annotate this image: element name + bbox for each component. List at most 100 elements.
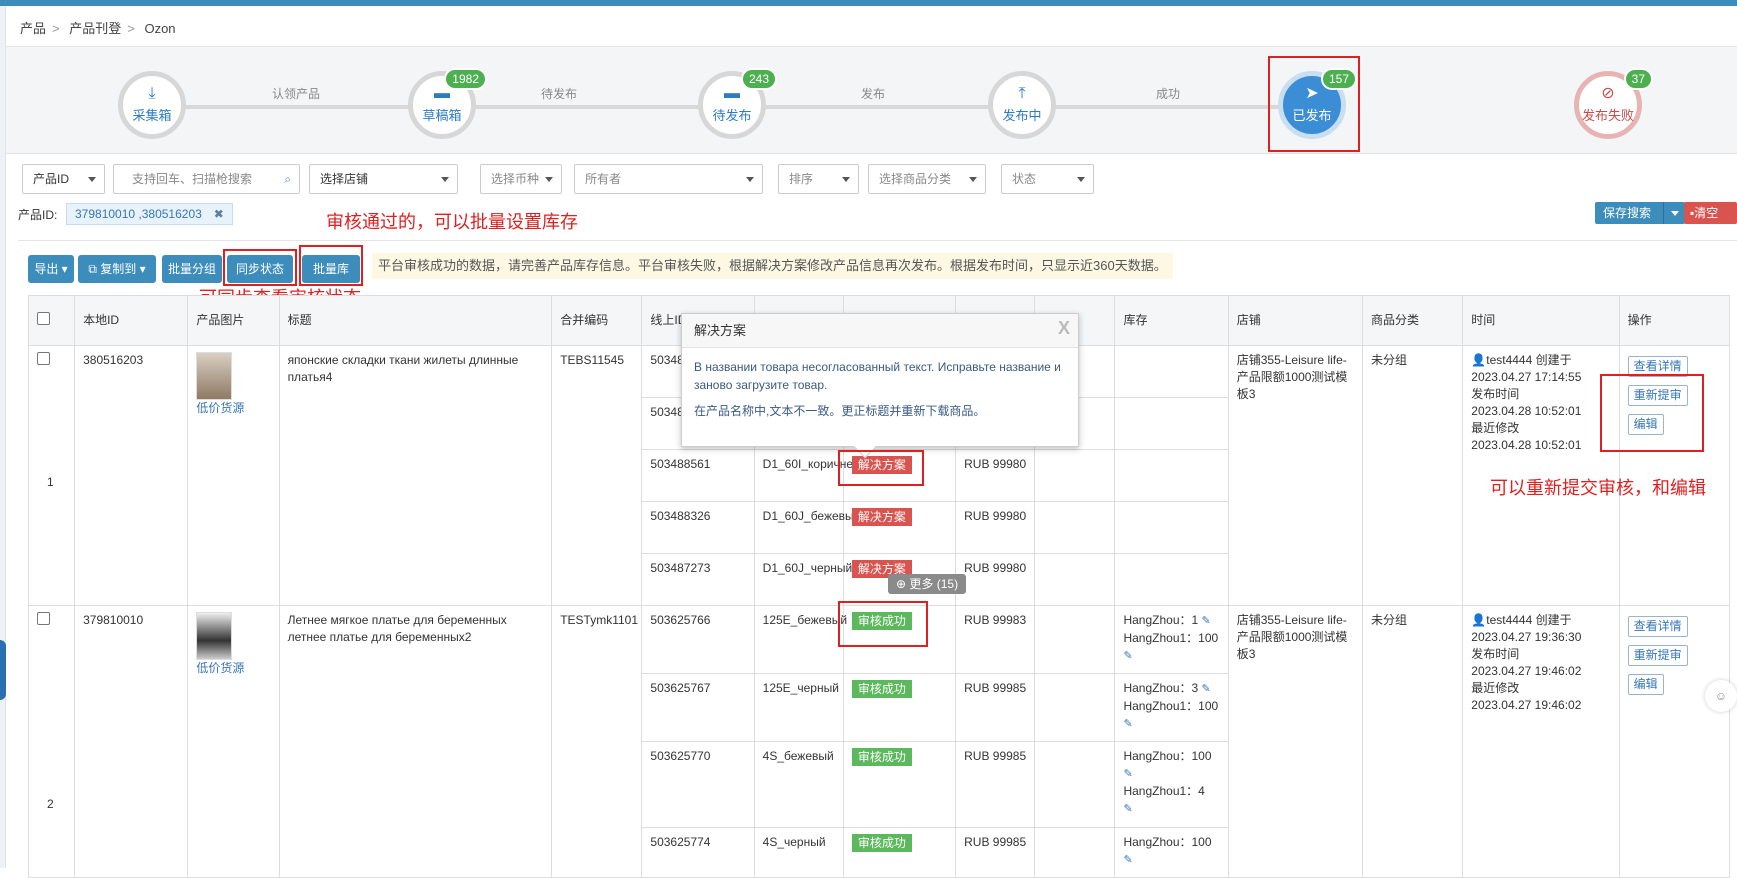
step-failed[interactable]: 37 ⊘ 发布失败	[1574, 68, 1653, 139]
product-image[interactable]	[196, 612, 233, 660]
breadcrumb: 产品 > 产品刊登 > Ozon	[20, 21, 176, 36]
variant-name: 125E_бежевый	[753, 605, 847, 674]
product-id-select[interactable]: 产品ID	[22, 164, 105, 194]
status-select[interactable]: 状态	[1001, 164, 1094, 194]
column-header: 库存	[1114, 295, 1229, 346]
product-title: японские складки ткани жилеты длинные пл…	[278, 345, 553, 606]
shop-select[interactable]: 选择店铺	[309, 164, 458, 194]
shop-name: 店铺355-Leisure life-产品限额1000测试模板3	[1227, 345, 1364, 606]
chevron-down-icon: ⊕	[896, 577, 907, 591]
owner-select[interactable]: 所有者	[574, 164, 763, 194]
highlight-box	[1600, 374, 1704, 452]
annotation-stock: 审核通过的，可以批量设置库存	[326, 212, 578, 232]
column-header: 合并编码	[551, 295, 643, 346]
low-price-link[interactable]: 低价货源	[196, 401, 244, 415]
variant-name: D1_60I_коричневый	[753, 449, 875, 502]
step-link-label: 认领产品	[272, 87, 321, 101]
currency-select[interactable]: 选择币种	[480, 164, 562, 194]
step-draft[interactable]: 1982 ▬ 草稿箱	[408, 68, 487, 139]
count-badge: 1982	[444, 68, 487, 90]
product-id-label: 产品ID:	[18, 208, 58, 222]
highlight-box	[223, 249, 297, 286]
product-id-chip: 379810010 ,380516203 ✖	[66, 203, 233, 225]
batch-group-button[interactable]: 批量分组	[162, 255, 222, 283]
status-badge: 审核成功	[851, 834, 912, 852]
stock-line: HangZhou1：100	[1123, 631, 1219, 645]
edit-icon[interactable]: ✎	[1123, 854, 1132, 866]
close-icon[interactable]: ✖	[214, 207, 224, 221]
support-icon[interactable]: ☺	[1705, 680, 1737, 712]
online-id: 503488561	[641, 449, 755, 502]
sort-select[interactable]: 排序	[778, 164, 859, 194]
step-label: 待发布	[712, 108, 752, 123]
edit-icon[interactable]: ✎	[1123, 650, 1132, 662]
breadcrumb-item[interactable]: 产品	[20, 21, 46, 36]
price: RUB 99980	[955, 449, 1036, 502]
close-icon[interactable]: X	[1058, 318, 1070, 339]
resubmit-button[interactable]: 重新提审	[1627, 645, 1688, 666]
column-header: 标题	[278, 295, 553, 346]
edit-button[interactable]: 编辑	[1627, 674, 1664, 695]
created-time: 2023.04.27 19:36:30	[1471, 630, 1582, 644]
step-collect[interactable]: ⤓ 采集箱	[118, 71, 186, 139]
row-checkbox[interactable]	[37, 352, 50, 365]
category: 未分组	[1362, 345, 1464, 606]
publish-steps: 认领产品 待发布 发布 成功 ⤓ 采集箱 1982 ▬ 草稿箱 243 ▬ 待发布 ⤒ 发布…	[6, 46, 1737, 154]
local-id: 380516203	[74, 345, 189, 606]
variant-name: D1_60J_бежевый	[753, 501, 860, 554]
save-search-button[interactable]: 保存搜索	[1595, 202, 1685, 224]
price: RUB 99983	[955, 605, 1036, 674]
stock-line: HangZhou1：100	[1123, 699, 1219, 713]
breadcrumb-item[interactable]: 产品刊登	[69, 21, 121, 36]
solution-button[interactable]: 解决方案	[851, 508, 912, 526]
edit-icon[interactable]: ✎	[1202, 683, 1211, 695]
breadcrumb-item: Ozon	[144, 21, 176, 36]
price: RUB 99985	[955, 673, 1036, 742]
search-icon[interactable]: ⌕	[284, 165, 291, 193]
copy-to-button[interactable]: ⧉ 复制到 ▾	[78, 255, 156, 283]
more-button[interactable]: ⊕ 更多 (15)	[888, 574, 967, 594]
search-input[interactable]: 支持回车、扫描枪搜索 ⌕	[113, 164, 300, 194]
column-header: 操作	[1618, 295, 1731, 346]
edit-icon[interactable]: ✎	[1202, 615, 1211, 627]
price: RUB 99980	[955, 501, 1036, 554]
online-id: 503625770	[641, 741, 755, 828]
edit-icon[interactable]: ✎	[1123, 803, 1132, 815]
clear-button[interactable]: ▪清空	[1684, 202, 1737, 224]
copy-icon: ⧉	[88, 262, 97, 276]
row-index: 1	[47, 475, 54, 489]
chip-text: 379810010 ,380516203	[75, 207, 202, 221]
online-id: 503625767	[641, 673, 755, 742]
highlight-box	[299, 245, 363, 286]
upload-icon: ⤒	[1018, 85, 1026, 102]
step-label: 草稿箱	[422, 108, 462, 123]
edit-icon[interactable]: ✎	[1123, 768, 1132, 780]
stock-line: HangZhou：1 ✎	[1123, 613, 1211, 627]
top-bar	[0, 0, 1737, 6]
edit-icon[interactable]: ✎	[1123, 718, 1132, 730]
published-time: 2023.04.28 10:52:01	[1471, 404, 1582, 418]
created-time: 2023.04.27 17:14:55	[1471, 370, 1582, 384]
published-label: 发布时间	[1471, 387, 1520, 401]
category-select[interactable]: 选择商品分类	[868, 164, 986, 194]
sidebar-toggle[interactable]	[0, 640, 6, 700]
low-price-link[interactable]: 低价货源	[196, 661, 244, 675]
export-button[interactable]: 导出 ▾	[28, 255, 74, 283]
step-pending[interactable]: 243 ▬ 待发布	[698, 68, 777, 139]
modified-label: 最近修改	[1471, 421, 1520, 435]
view-detail-button[interactable]: 查看详情	[1627, 616, 1688, 637]
modified-label: 最近修改	[1471, 681, 1520, 695]
select-all-checkbox[interactable]	[37, 311, 50, 325]
folder-icon: ▬	[434, 85, 450, 102]
highlight-box	[838, 450, 924, 486]
row-checkbox[interactable]	[37, 612, 50, 625]
category: 未分组	[1362, 605, 1464, 878]
creator: 👤test4444 创建于	[1471, 613, 1572, 627]
folder-icon: ▬	[724, 85, 740, 102]
variant-name: 4S_бежевый	[753, 741, 844, 828]
user-icon: 👤	[1471, 613, 1487, 627]
step-publishing[interactable]: ⤒ 发布中	[988, 71, 1056, 139]
merge-code: TEBS11545	[551, 345, 643, 606]
product-image[interactable]	[196, 352, 233, 400]
step-link-label: 成功	[1156, 87, 1181, 101]
